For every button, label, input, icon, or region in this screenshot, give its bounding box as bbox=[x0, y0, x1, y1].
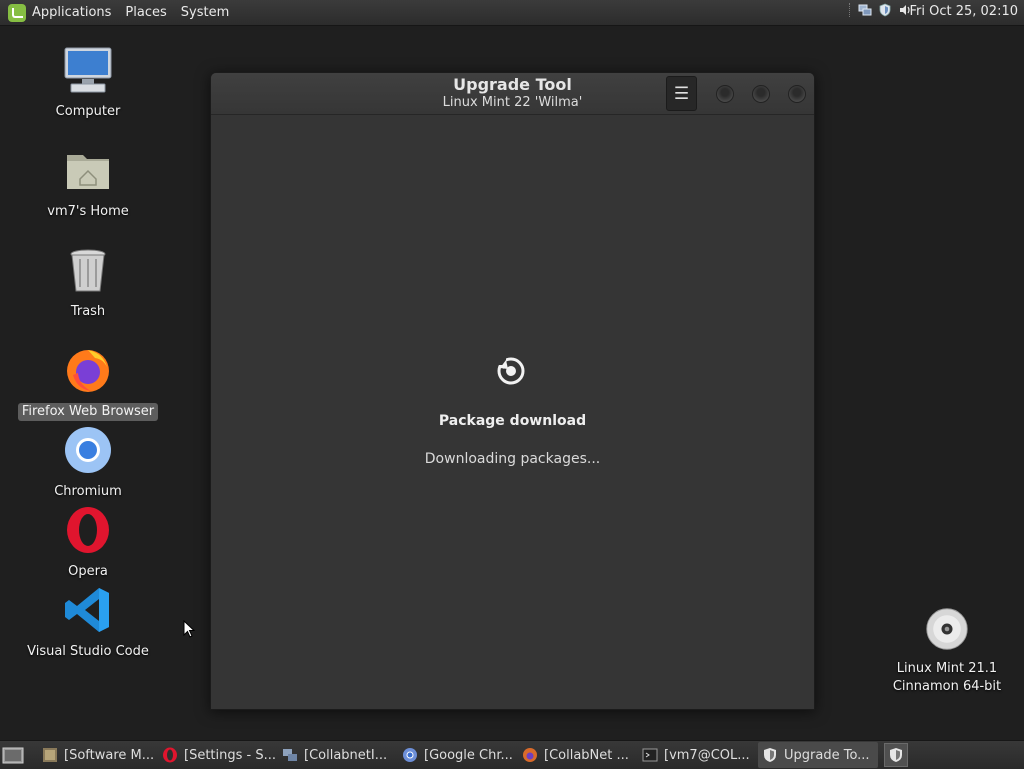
chromium-icon bbox=[65, 427, 111, 473]
firefox-icon bbox=[67, 350, 109, 392]
disc-label-line1: Linux Mint 21.1 bbox=[896, 661, 998, 676]
taskbar-item-collabnet-firefox[interactable]: [CollabNet ... bbox=[518, 742, 638, 768]
desktop-icon-label: Opera bbox=[68, 564, 108, 579]
computer-icon bbox=[64, 47, 112, 93]
system-tray bbox=[849, 3, 912, 17]
window-content: Package download Downloading packages... bbox=[211, 115, 814, 709]
tray-separator bbox=[849, 3, 852, 17]
download-progress-icon bbox=[497, 357, 525, 385]
stage-status: Downloading packages... bbox=[424, 451, 601, 467]
taskbar-item-label: [Settings - S... bbox=[184, 747, 276, 763]
taskbar-item-upgrade-tool[interactable]: Upgrade To... bbox=[758, 742, 878, 768]
menu-applications[interactable]: Applications bbox=[32, 5, 111, 20]
firefox-icon bbox=[523, 748, 537, 762]
hamburger-menu-button[interactable]: ☰ bbox=[666, 76, 697, 111]
maximize-button[interactable] bbox=[752, 85, 770, 103]
taskbar-item-settings[interactable]: [Settings - S... bbox=[158, 742, 278, 768]
desktop-icon-computer[interactable]: Computer bbox=[13, 45, 163, 121]
bottom-panel: [Software M... [Settings - S... [Collabn… bbox=[0, 740, 1024, 769]
shield-icon[interactable] bbox=[878, 3, 892, 17]
terminal-icon bbox=[642, 748, 658, 762]
mint-menu-icon[interactable] bbox=[8, 3, 26, 22]
desktop-icon-firefox[interactable]: Firefox Web Browser bbox=[13, 345, 163, 421]
desktop-icon-vscode[interactable]: Visual Studio Code bbox=[13, 585, 163, 661]
disc-label-line2: Cinnamon 64-bit bbox=[892, 679, 1002, 694]
taskbar-item-label: Upgrade To... bbox=[784, 747, 870, 763]
chrome-icon bbox=[403, 748, 417, 762]
upgrade-tool-window: Upgrade Tool Linux Mint 22 'Wilma' ☰ Pac… bbox=[210, 72, 815, 710]
menu-system[interactable]: System bbox=[181, 5, 229, 20]
desktop-icon-chromium[interactable]: Chromium bbox=[13, 425, 163, 501]
desktop-icon-label: Visual Studio Code bbox=[27, 644, 149, 659]
desktop-icon-label: vm7's Home bbox=[47, 204, 129, 219]
desktop-icon-disc[interactable]: Linux Mint 21.1 Cinnamon 64-bit bbox=[872, 606, 1022, 696]
taskbar-item-label: [vm7@COL... bbox=[664, 747, 750, 763]
window-titlebar[interactable]: Upgrade Tool Linux Mint 22 'Wilma' ☰ bbox=[211, 73, 814, 115]
trash-icon bbox=[70, 249, 106, 292]
opera-icon bbox=[163, 747, 177, 763]
shield-icon bbox=[764, 748, 776, 762]
menu-places[interactable]: Places bbox=[125, 5, 166, 20]
network-icon[interactable] bbox=[858, 3, 872, 17]
desktop-icon-label: Trash bbox=[70, 304, 106, 319]
taskbar-item-label: [Software M... bbox=[64, 747, 155, 763]
taskbar-item-software-manager[interactable]: [Software M... bbox=[38, 742, 158, 768]
taskbar-item-label: [CollabnetI... bbox=[304, 747, 388, 763]
optical-disc-icon bbox=[926, 608, 968, 650]
taskbar-item-label: [CollabNet ... bbox=[544, 747, 629, 763]
taskbar-item-label: [Google Chr... bbox=[424, 747, 513, 763]
network-icon bbox=[283, 749, 297, 761]
shield-icon bbox=[890, 748, 902, 762]
desktop-icon-label: Chromium bbox=[54, 484, 122, 499]
minimize-button[interactable] bbox=[716, 85, 734, 103]
mouse-cursor-icon bbox=[183, 620, 195, 638]
top-panel: Applications Places System Fri Oct 25, 0… bbox=[0, 0, 1024, 26]
taskbar-item-collabnet[interactable]: [CollabnetI... bbox=[278, 742, 398, 768]
hamburger-icon: ☰ bbox=[673, 83, 690, 104]
desktop-icon-trash[interactable]: Trash bbox=[13, 245, 163, 321]
update-manager-tray[interactable] bbox=[884, 743, 908, 767]
stage-title: Package download bbox=[438, 413, 587, 429]
desktop-icon-label: Firefox Web Browser bbox=[17, 403, 159, 421]
desktop-icon-label: Computer bbox=[55, 104, 121, 119]
desktop-icon-home[interactable]: vm7's Home bbox=[13, 145, 163, 221]
show-desktop-icon[interactable] bbox=[2, 744, 24, 766]
desktop-icon-opera[interactable]: Opera bbox=[13, 505, 163, 581]
software-manager-icon bbox=[43, 748, 57, 762]
opera-icon bbox=[67, 507, 109, 553]
taskbar-item-google-chrome[interactable]: [Google Chr... bbox=[398, 742, 518, 768]
clock[interactable]: Fri Oct 25, 02:10 bbox=[909, 4, 1018, 19]
home-folder-icon bbox=[67, 155, 109, 189]
vscode-icon bbox=[65, 588, 109, 632]
close-button[interactable] bbox=[788, 85, 806, 103]
taskbar-item-terminal[interactable]: [vm7@COL... bbox=[638, 742, 758, 768]
